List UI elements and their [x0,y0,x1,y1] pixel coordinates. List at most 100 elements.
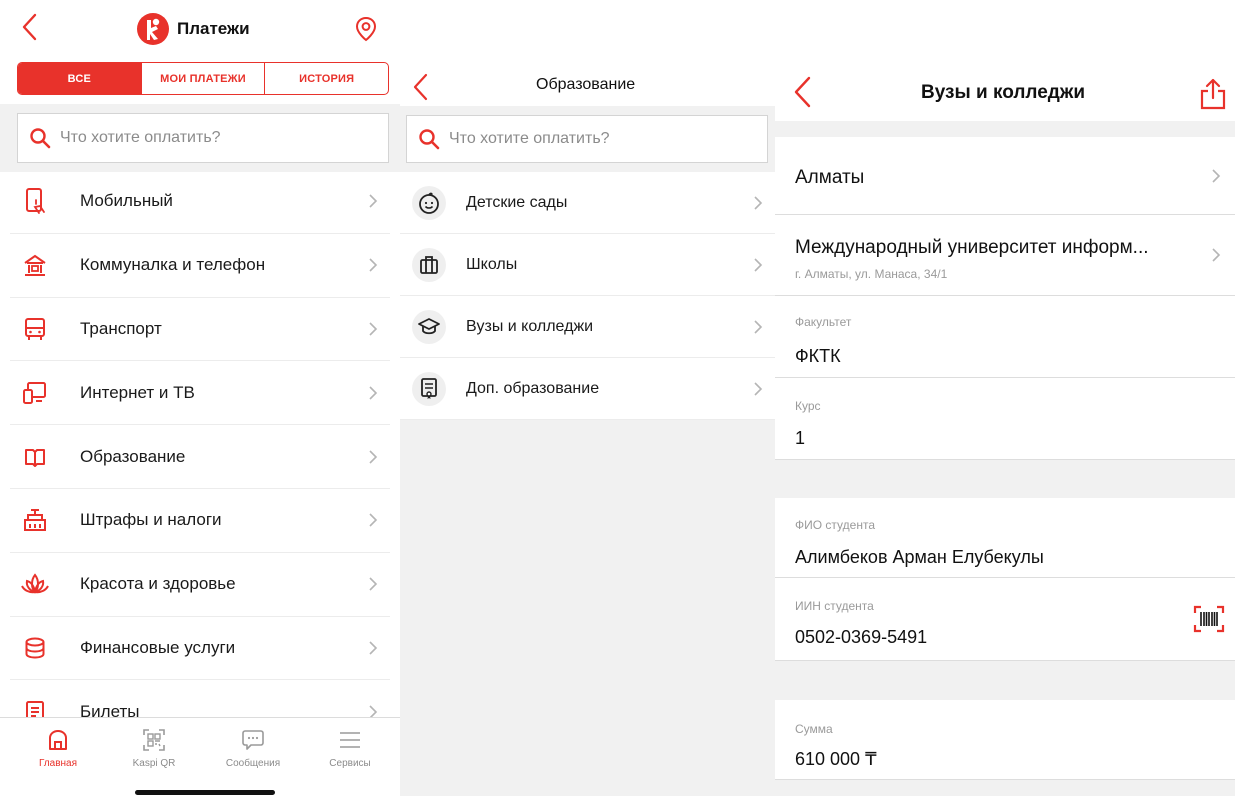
education-item-universities[interactable]: Вузы и колледжи [400,296,775,358]
faculty-field[interactable]: Факультет ФКТК [775,296,1235,378]
chevron-right-icon [754,381,763,396]
education-list: Детские сады Школы Вузы и колледжи Доп. … [400,172,775,420]
amount-value: 610 000 ₸ [795,749,877,769]
tab-kaspi-qr[interactable]: Kaspi QR [114,726,194,769]
section-divider [775,460,1235,498]
chevron-left-icon [22,13,37,41]
course-field[interactable]: Курс 1 [775,378,1235,460]
search-bar-container [400,106,775,174]
chevron-right-icon [369,322,378,336]
student-iin-field[interactable]: ИИН студента 0502-0369-5491 [775,578,1235,661]
section-divider [775,121,1235,137]
share-icon [1200,78,1226,110]
tab-label: Сервисы [329,758,371,769]
page-title: Платежи [177,19,250,38]
location-pin-icon [355,16,377,42]
chevron-right-icon [1212,248,1221,262]
category-label: Красота и здоровье [80,574,236,594]
category-label: Коммуналка и телефон [80,255,266,275]
chevron-right-icon [754,257,763,272]
faculty-label: Факультет [795,315,852,329]
course-label: Курс [795,399,821,413]
university-header: Вузы и колледжи [775,0,1235,121]
chevron-right-icon [1212,168,1221,183]
university-selector[interactable]: Международный университет информ... г. А… [775,215,1235,296]
chevron-right-icon [369,386,378,400]
category-label: Финансовые услуги [80,637,236,657]
chat-icon [242,730,264,750]
qr-code-icon [143,729,165,751]
search-bar-container [0,104,400,172]
coins-icon [18,631,52,665]
category-item-financial-services[interactable]: Финансовые услуги [10,617,390,681]
education-item-label: Доп. образование [466,379,600,397]
graduation-cap-icon [412,309,446,344]
university-payment-screen: Вузы и колледжи Алматы Международный уни… [775,0,1235,796]
education-item-extra-education[interactable]: Доп. образование [400,358,775,420]
category-list: Мобильный Коммуналка и телефон Транспорт… [10,170,390,745]
search-field[interactable] [406,115,768,163]
category-label: Транспорт [80,318,162,338]
education-item-kindergartens[interactable]: Детские сады [400,172,775,234]
lotus-icon [18,567,52,601]
education-item-label: Детские сады [466,193,568,211]
tab-home[interactable]: Главная [18,726,98,769]
house-icon [18,248,52,282]
payments-title-group: Платежи [137,13,250,45]
home-indicator [135,790,275,795]
tab-label: Главная [38,758,78,769]
briefcase-icon [412,247,446,282]
education-screen: Образование Детские сады Школы Вузы и ко… [400,0,775,796]
chevron-right-icon [754,195,763,210]
tab-label: Kaspi QR [132,758,176,769]
tab-services[interactable]: Сервисы [310,726,390,769]
section-divider [775,780,1235,796]
share-button[interactable] [1199,78,1227,110]
mobile-phone-icon [18,184,52,218]
segment-history[interactable]: ИСТОРИЯ [264,63,388,94]
menu-icon [340,732,360,748]
chevron-right-icon [369,450,378,464]
university-name: Международный университет информ... [795,237,1149,258]
kaspi-logo-icon [137,13,169,45]
location-button[interactable] [353,16,379,42]
category-item-internet-tv[interactable]: Интернет и ТВ [10,361,390,426]
segment-all[interactable]: ВСЕ [18,63,141,94]
chevron-right-icon [369,513,378,527]
category-label: Штрафы и налоги [80,510,222,530]
baby-face-icon [412,185,446,220]
search-input[interactable] [449,130,729,148]
amount-field[interactable]: Сумма 610 000 ₸ [775,700,1235,780]
home-icon [49,730,67,750]
payments-header: Платежи [0,0,400,58]
category-item-mobile[interactable]: Мобильный [10,170,390,234]
segment-my-payments[interactable]: МОИ ПЛАТЕЖИ [140,63,265,94]
tab-messages[interactable]: Сообщения [213,726,293,769]
category-label: Интернет и ТВ [80,382,195,402]
category-label: Образование [80,446,186,466]
tab-label: Сообщения [225,758,281,769]
chevron-right-icon [369,641,378,655]
back-button[interactable] [14,10,44,44]
chevron-right-icon [754,319,763,334]
chevron-right-icon [369,258,378,272]
segmented-control: ВСЕ МОИ ПЛАТЕЖИ ИСТОРИЯ [17,62,389,95]
category-item-transport[interactable]: Транспорт [10,298,390,362]
amount-label: Сумма [795,722,833,736]
certificate-icon [412,371,446,406]
page-title: Вузы и колледжи [921,82,1086,103]
category-item-utilities[interactable]: Коммуналка и телефон [10,234,390,298]
search-input[interactable] [60,129,348,147]
student-name-field[interactable]: ФИО студента Алимбеков Арман Елубекулы [775,498,1235,578]
category-item-education[interactable]: Образование [10,425,390,489]
city-selector[interactable]: Алматы [775,137,1235,215]
section-divider [775,661,1235,700]
category-item-fines-taxes[interactable]: Штрафы и налоги [10,489,390,553]
barcode-scanner-icon[interactable] [1193,605,1225,633]
student-name-value: Алимбеков Арман Елубекулы [795,547,1044,567]
search-field[interactable] [17,113,389,163]
back-button[interactable] [787,74,817,110]
education-item-schools[interactable]: Школы [400,234,775,296]
category-item-beauty-health[interactable]: Красота и здоровье [10,553,390,617]
bus-icon [18,312,52,346]
